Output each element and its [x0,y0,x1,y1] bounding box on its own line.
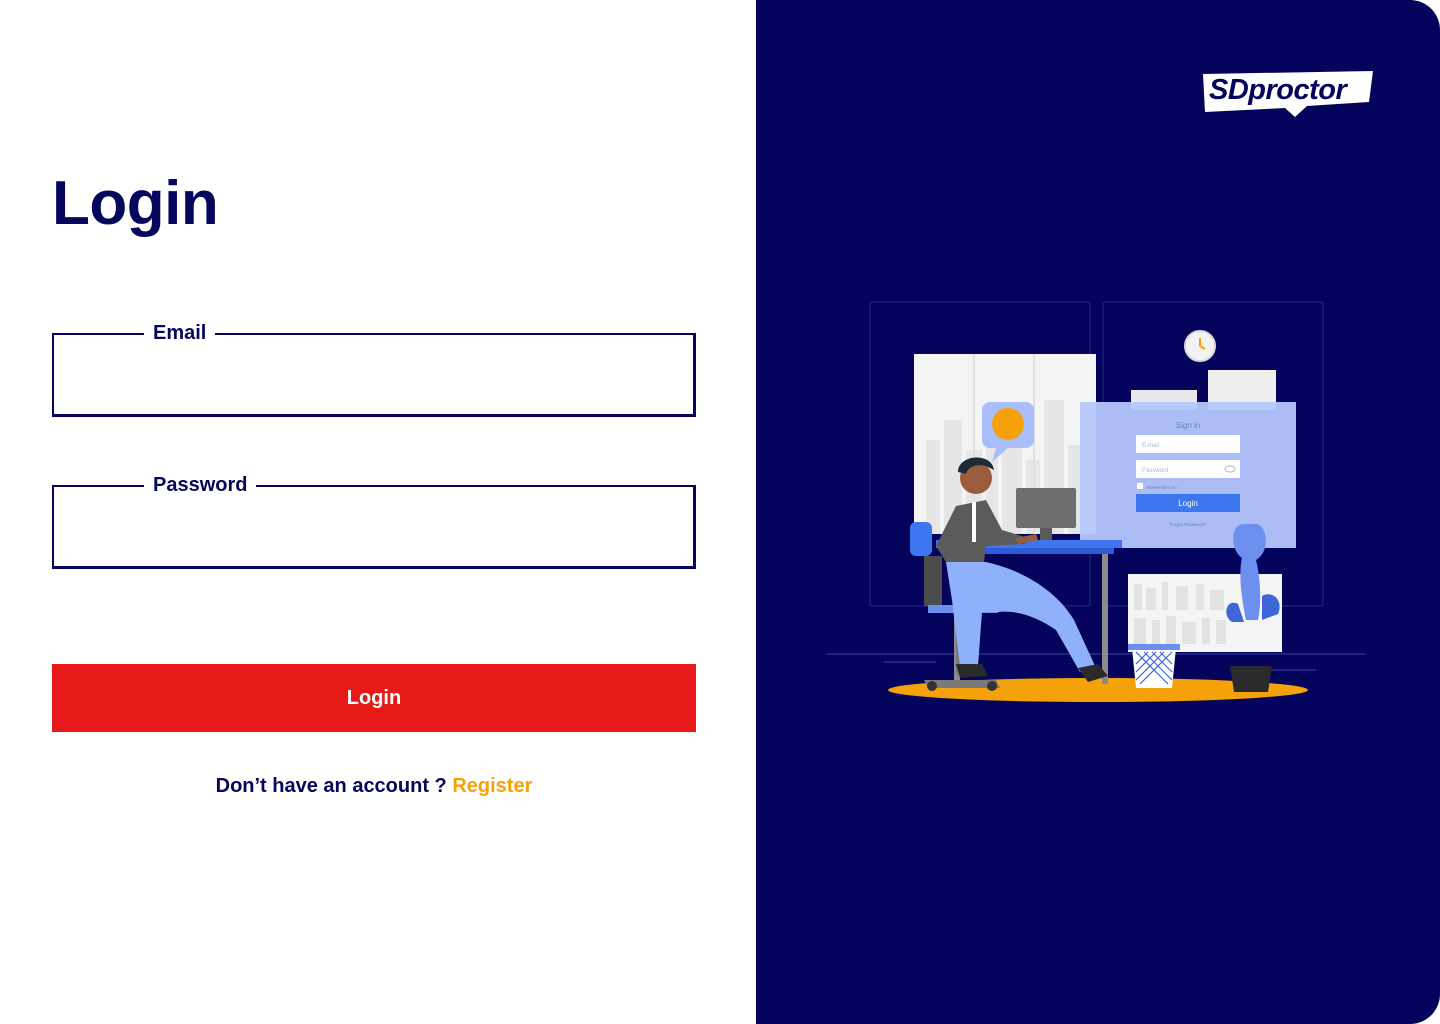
illustration-remember-label: Remember me [1147,485,1177,490]
logo-text: SDproctor [1209,74,1347,106]
register-prompt-text: Don’t have an account ? [215,775,447,797]
register-prompt-line: Don’t have an account ? Register [52,772,696,800]
illustration-email-placeholder: E-mail [1142,443,1159,449]
illustration-login-button-label: Login [1178,499,1198,508]
person-at-desk-illustration: Sign in E-mail Password Remember me Logi… [826,301,1366,702]
illustration-password-placeholder: Password [1142,468,1168,474]
login-page: Login Email Password Login Don’t have an… [0,0,1440,1024]
login-button[interactable]: Login [52,664,696,732]
sdproctor-logo: SDproctor [1197,68,1377,118]
password-field-group: Password [52,472,696,569]
login-form-panel: Login Email Password Login Don’t have an… [0,0,756,1024]
brand-panel: SDproctor Sign in E-mail Password Rememb… [756,0,1440,1024]
register-link[interactable]: Register [452,775,532,797]
illustration-forgot-label: Forgot Password? [1170,522,1207,527]
password-input[interactable] [54,487,690,565]
email-input[interactable] [54,335,690,413]
password-label: Password [144,472,257,498]
email-label: Email [144,320,216,346]
illustration-signin-title: Sign in [1176,421,1200,430]
email-field-group: Email [52,320,696,417]
page-title: Login [52,169,219,238]
